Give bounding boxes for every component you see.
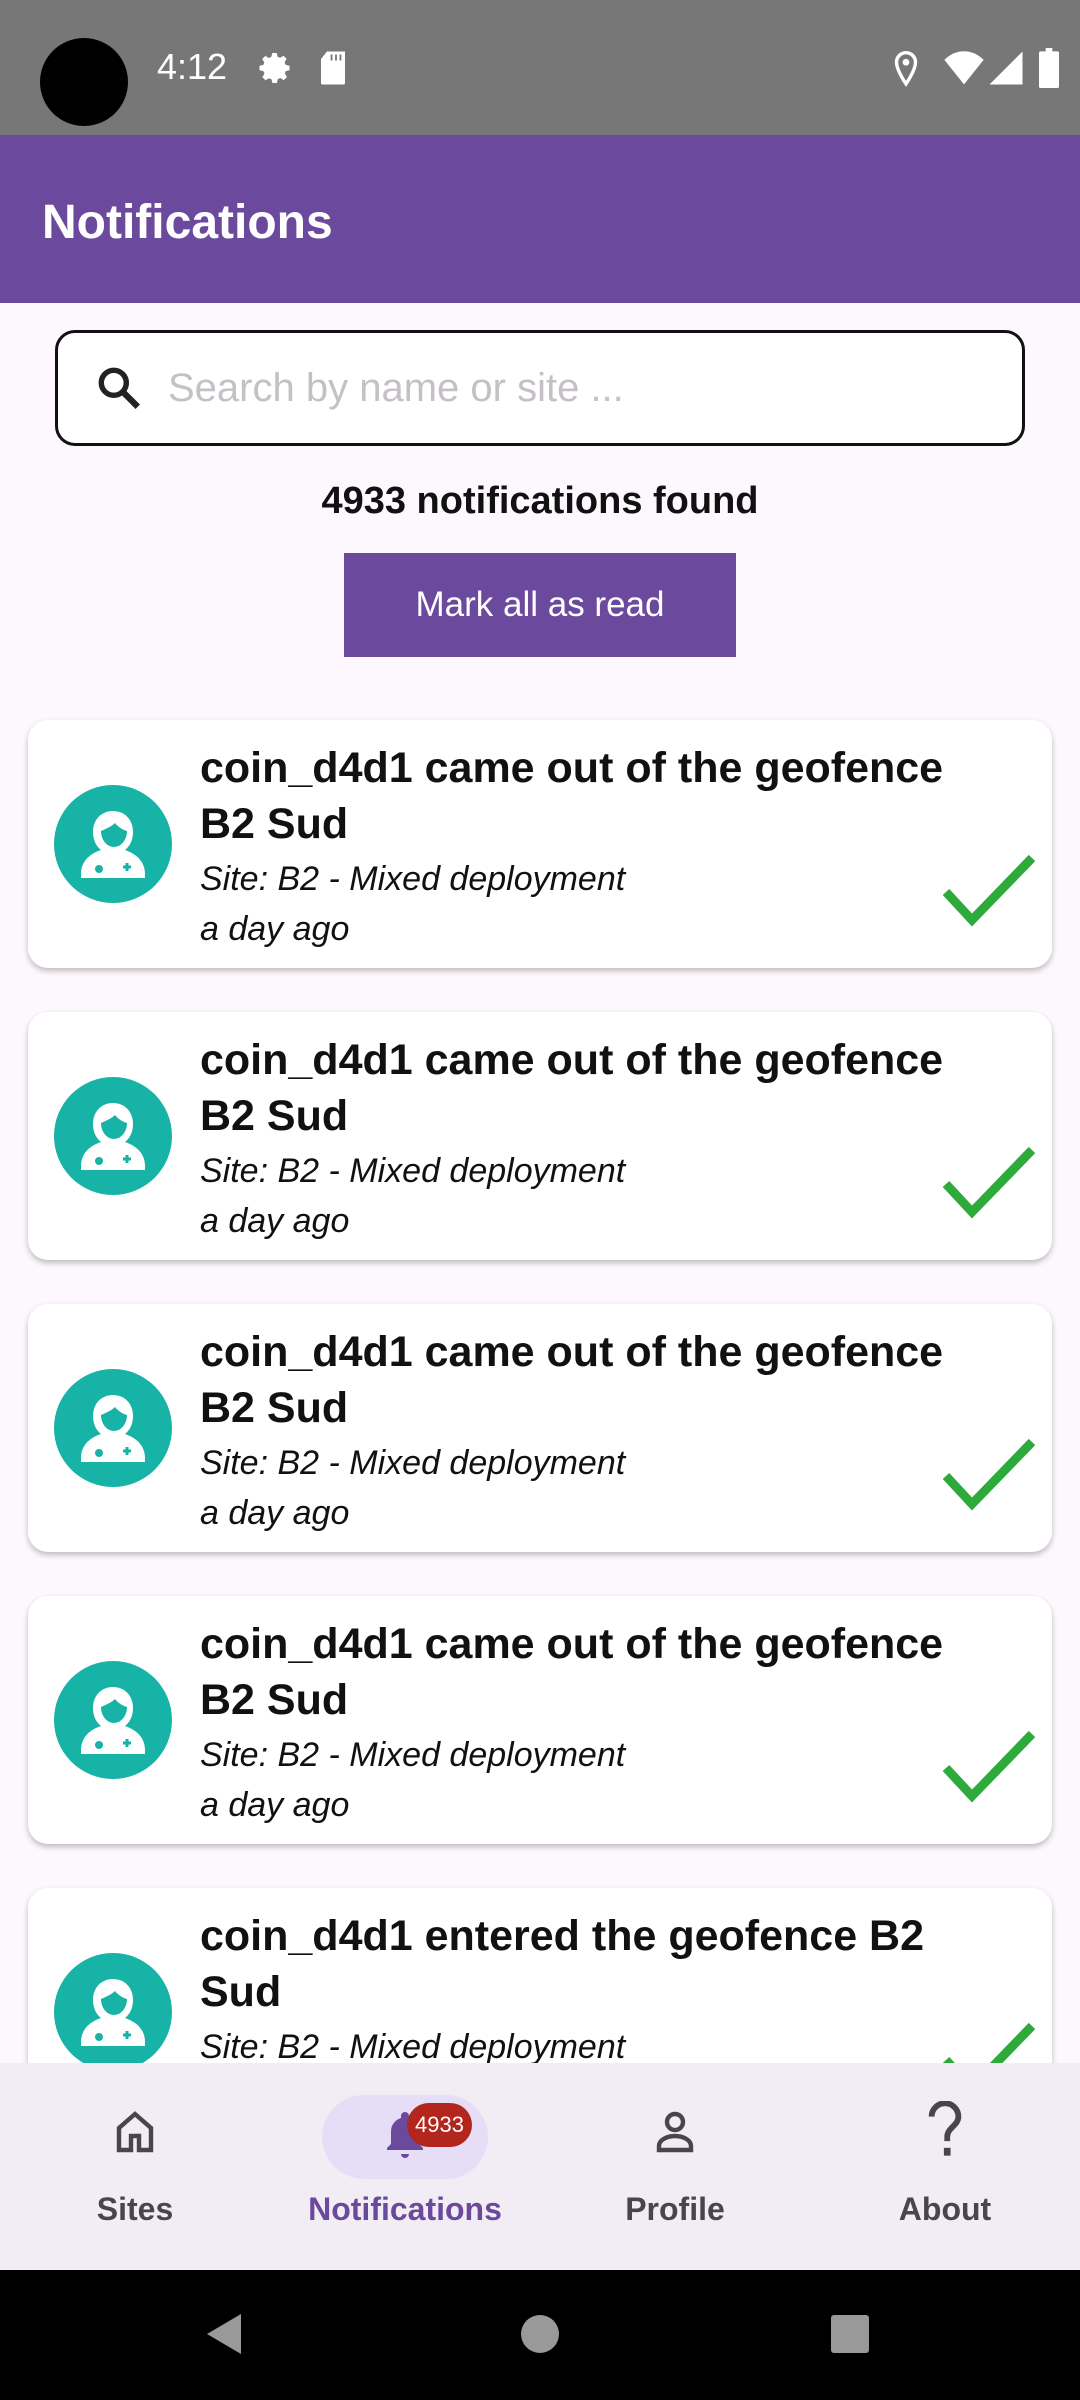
settings-icon	[259, 53, 290, 83]
avatar	[54, 1077, 172, 1195]
notification-title: coin_d4d1 came out of the geofence B2 Su…	[200, 1036, 944, 1140]
doctor-icon	[81, 811, 145, 878]
doctor-icon	[81, 1395, 145, 1462]
back-icon[interactable]	[205, 2312, 245, 2356]
nav-label: Notifications	[308, 2191, 502, 2227]
question-icon	[928, 2101, 962, 2156]
status-bar: 4:12	[0, 0, 1080, 135]
doctor-icon	[81, 1687, 145, 1754]
search-box[interactable]	[55, 330, 1025, 446]
results-count: 4933 notifications found	[321, 480, 759, 522]
notification-card[interactable]: coin_d4d1 came out of the geofence B2 Su…	[28, 720, 1052, 968]
notification-title: coin_d4d1 came out of the geofence B2 Su…	[200, 744, 944, 848]
avatar	[54, 1369, 172, 1487]
notification-badge: 4933	[407, 2103, 472, 2147]
doctor-icon	[81, 1979, 145, 2046]
camera-cutout	[40, 38, 128, 126]
check-icon	[942, 2022, 1036, 2063]
sd-card-icon	[321, 51, 345, 85]
system-navigation-bar	[0, 2270, 1080, 2400]
nav-label: Sites	[96, 2191, 174, 2227]
nav-profile[interactable]: Profile	[540, 2063, 810, 2270]
check-icon	[942, 1146, 1036, 1219]
notification-card[interactable]: coin_d4d1 entered the geofence B2 Sud Si…	[28, 1888, 1052, 2063]
avatar	[54, 1953, 172, 2063]
page-title: Notifications	[42, 196, 333, 249]
check-icon	[942, 1730, 1036, 1803]
notification-site: Site: B2 - Mixed deployment	[200, 1736, 626, 1774]
notification-card[interactable]: coin_d4d1 came out of the geofence B2 Su…	[28, 1012, 1052, 1260]
notification-site: Site: B2 - Mixed deployment	[200, 1444, 626, 1482]
nav-sites[interactable]: Sites	[0, 2063, 270, 2270]
nav-label: About	[898, 2191, 992, 2227]
check-icon	[942, 1438, 1036, 1511]
avatar	[54, 1661, 172, 1779]
bottom-navigation: Sites 4933 Notifications Profile About	[0, 2063, 1080, 2270]
location-icon	[894, 51, 918, 87]
notification-site: Site: B2 - Mixed deployment	[200, 2028, 626, 2063]
notification-title: coin_d4d1 came out of the geofence B2 Su…	[200, 1620, 944, 1724]
notification-card[interactable]: coin_d4d1 came out of the geofence B2 Su…	[28, 1596, 1052, 1844]
status-time: 4:12	[157, 46, 228, 87]
notification-time: a day ago	[200, 1494, 350, 1532]
person-icon	[656, 2111, 694, 2153]
nav-about[interactable]: About	[810, 2063, 1080, 2270]
nav-notifications[interactable]: 4933 Notifications	[270, 2063, 540, 2270]
home-icon	[116, 2111, 154, 2153]
notification-time: a day ago	[200, 910, 350, 948]
notification-time: a day ago	[200, 1202, 350, 1240]
wifi-icon	[944, 51, 984, 85]
notification-site: Site: B2 - Mixed deployment	[200, 1152, 626, 1190]
notification-title: coin_d4d1 entered the geofence B2 Sud	[200, 1912, 925, 2016]
home-button-icon[interactable]	[520, 2314, 560, 2354]
app-bar: Notifications	[0, 135, 1080, 303]
recents-icon[interactable]	[830, 2314, 870, 2354]
check-icon	[942, 854, 1036, 927]
doctor-icon	[81, 1103, 145, 1170]
battery-icon	[1039, 48, 1059, 88]
mark-all-read-button[interactable]: Mark all as read	[344, 553, 736, 657]
signal-icon	[989, 51, 1023, 85]
notification-site: Site: B2 - Mixed deployment	[200, 860, 626, 898]
notification-title: coin_d4d1 came out of the geofence B2 Su…	[200, 1328, 944, 1432]
search-input[interactable]	[168, 353, 988, 423]
nav-label: Profile	[625, 2191, 725, 2227]
search-icon	[98, 367, 140, 409]
notification-time: a day ago	[200, 1786, 350, 1824]
avatar	[54, 785, 172, 903]
notification-list[interactable]: coin_d4d1 came out of the geofence B2 Su…	[0, 700, 1080, 2063]
notification-card[interactable]: coin_d4d1 came out of the geofence B2 Su…	[28, 1304, 1052, 1552]
